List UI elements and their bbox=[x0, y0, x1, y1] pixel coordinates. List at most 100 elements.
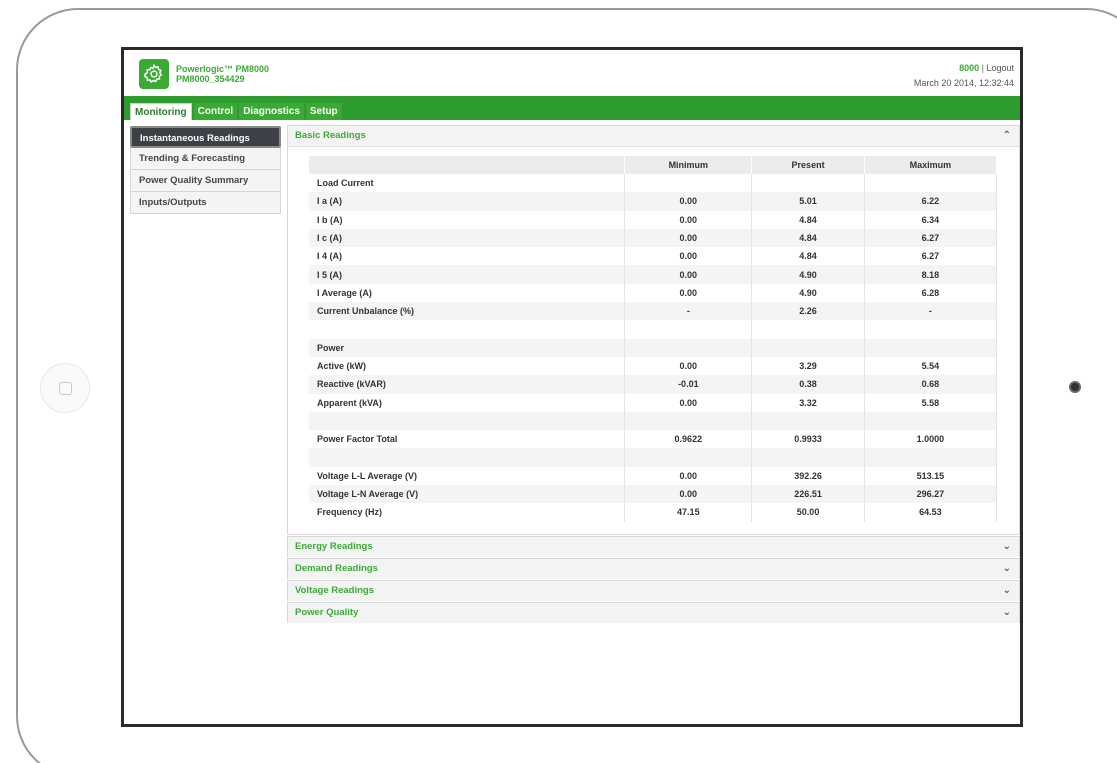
table-row: Voltage L-L Average (V) 0.00 392.26 513.15 bbox=[309, 466, 998, 486]
power-quality-header[interactable]: Power Quality ⌄ bbox=[288, 603, 1019, 623]
table-row: I c (A) 0.00 4.84 6.27 bbox=[309, 228, 998, 248]
row-label: Voltage L-L Average (V) bbox=[309, 466, 626, 486]
row-label: Power Factor Total bbox=[309, 430, 626, 449]
home-button[interactable] bbox=[40, 363, 90, 413]
panel-title: Energy Readings bbox=[295, 541, 373, 552]
cell-value bbox=[624, 320, 753, 339]
voltage-readings-panel: Voltage Readings ⌄ bbox=[287, 580, 1020, 601]
cell-value bbox=[624, 448, 753, 467]
camera-icon bbox=[1069, 381, 1081, 393]
table-row bbox=[309, 448, 998, 467]
chevron-down-icon[interactable]: ⌄ bbox=[1003, 581, 1011, 601]
main-content: Basic Readings ⌃ Minimum Present Maximum… bbox=[287, 125, 1020, 624]
sidebar: Instantaneous Readings Trending & Foreca… bbox=[130, 126, 281, 214]
row-label: Load Current bbox=[309, 174, 626, 193]
column-header: Minimum bbox=[624, 156, 753, 174]
cell-value: 226.51 bbox=[751, 485, 865, 504]
row-label: I a (A) bbox=[309, 192, 626, 211]
row-label: I b (A) bbox=[309, 210, 626, 229]
row-label: Frequency (Hz) bbox=[309, 503, 626, 522]
cell-value: -0.01 bbox=[624, 375, 753, 394]
user-name[interactable]: 8000 bbox=[959, 63, 979, 73]
table-row: Power bbox=[309, 338, 998, 357]
cell-value: 4.90 bbox=[751, 283, 865, 303]
cell-value: 0.00 bbox=[624, 192, 753, 211]
sidebar-item-inputs-outputs[interactable]: Inputs/Outputs bbox=[130, 192, 281, 214]
cell-value bbox=[864, 411, 998, 431]
cell-value: 392.26 bbox=[751, 466, 865, 486]
panel-title: Power Quality bbox=[295, 607, 359, 618]
cell-value bbox=[624, 338, 753, 357]
row-label bbox=[309, 448, 626, 467]
tab-monitoring[interactable]: Monitoring bbox=[130, 103, 192, 120]
row-label: Voltage L-N Average (V) bbox=[309, 485, 626, 504]
cell-value: 0.9622 bbox=[624, 430, 753, 449]
energy-readings-header[interactable]: Energy Readings ⌄ bbox=[288, 537, 1019, 557]
row-label: Reactive (kVAR) bbox=[309, 375, 626, 394]
header-separator: | bbox=[981, 63, 984, 73]
demand-readings-panel: Demand Readings ⌄ bbox=[287, 558, 1020, 579]
cell-value: 6.27 bbox=[864, 228, 998, 248]
chevron-up-icon[interactable]: ⌃ bbox=[1003, 126, 1011, 146]
voltage-readings-header[interactable]: Voltage Readings ⌄ bbox=[288, 581, 1019, 601]
screen: Powerlogic™ PM8000 PM8000_354429 8000 | … bbox=[121, 47, 1023, 727]
cell-value: 0.00 bbox=[624, 247, 753, 266]
panel-title: Demand Readings bbox=[295, 563, 378, 574]
row-label: Apparent (kVA) bbox=[309, 393, 626, 412]
cell-value: 0.00 bbox=[624, 466, 753, 486]
cell-value: 6.27 bbox=[864, 247, 998, 266]
table-row bbox=[309, 411, 998, 431]
panel-title: Voltage Readings bbox=[295, 585, 375, 596]
table-row bbox=[309, 320, 998, 339]
readings-table-body: Load Current I a (A) 0.00 5.01 6.22 I b (A) 0.… bbox=[309, 174, 998, 522]
sidebar-item-power-quality-summary[interactable]: Power Quality Summary bbox=[130, 170, 281, 192]
basic-readings-header[interactable]: Basic Readings ⌃ bbox=[288, 126, 1019, 146]
table-row: Active (kW) 0.00 3.29 5.54 bbox=[309, 356, 998, 376]
table-row: Reactive (kVAR) -0.01 0.38 0.68 bbox=[309, 375, 998, 394]
table-header-row: Minimum Present Maximum bbox=[309, 156, 998, 174]
chevron-down-icon[interactable]: ⌄ bbox=[1003, 537, 1011, 557]
row-label: Current Unbalance (%) bbox=[309, 302, 626, 321]
table-row: Load Current bbox=[309, 174, 998, 193]
cell-value: 6.28 bbox=[864, 283, 998, 303]
chevron-down-icon[interactable]: ⌄ bbox=[1003, 559, 1011, 579]
cell-value: 0.00 bbox=[624, 283, 753, 303]
basic-readings-panel: Basic Readings ⌃ Minimum Present Maximum… bbox=[287, 125, 1020, 535]
chevron-down-icon[interactable]: ⌄ bbox=[1003, 603, 1011, 623]
sidebar-item-instantaneous-readings[interactable]: Instantaneous Readings bbox=[130, 126, 281, 148]
row-label: I 4 (A) bbox=[309, 247, 626, 266]
cell-value: 0.00 bbox=[624, 393, 753, 412]
tab-setup[interactable]: Setup bbox=[305, 103, 342, 120]
logout-link[interactable]: Logout bbox=[986, 63, 1014, 73]
readings-table: Minimum Present Maximum Load Current I a … bbox=[309, 156, 998, 522]
demand-readings-header[interactable]: Demand Readings ⌄ bbox=[288, 559, 1019, 579]
product-info: Powerlogic™ PM8000 PM8000_354429 bbox=[176, 64, 269, 84]
cell-value: 5.01 bbox=[751, 192, 865, 211]
sidebar-item-trending-forecasting[interactable]: Trending & Forecasting bbox=[130, 148, 281, 170]
cell-value: 0.38 bbox=[751, 375, 865, 394]
home-square-icon bbox=[58, 381, 72, 395]
cell-value: 0.00 bbox=[624, 210, 753, 229]
header-user-area: 8000 | Logout March 20 2014, 12:32:44 bbox=[914, 61, 1014, 91]
app-header: Powerlogic™ PM8000 PM8000_354429 8000 | … bbox=[124, 50, 1020, 96]
cell-value: 6.34 bbox=[864, 210, 998, 229]
basic-readings-body: Minimum Present Maximum Load Current I a … bbox=[288, 146, 1019, 534]
table-row: I 4 (A) 0.00 4.84 6.27 bbox=[309, 247, 998, 266]
row-label bbox=[309, 411, 626, 431]
tab-diagnostics[interactable]: Diagnostics bbox=[239, 103, 304, 120]
table-row: Current Unbalance (%) -2.26- bbox=[309, 302, 998, 321]
table-row: Frequency (Hz) 47.15 50.00 64.53 bbox=[309, 503, 998, 522]
table-row: I Average (A) 0.00 4.90 6.28 bbox=[309, 283, 998, 303]
table-row: I b (A) 0.00 4.84 6.34 bbox=[309, 210, 998, 229]
cell-value: 4.90 bbox=[751, 265, 865, 284]
product-name: Powerlogic™ PM8000 bbox=[176, 64, 270, 74]
column-header bbox=[309, 156, 626, 174]
cell-value bbox=[864, 448, 998, 467]
cell-value: 0.00 bbox=[624, 228, 753, 248]
tab-control[interactable]: Control bbox=[193, 103, 238, 120]
cell-value: 8.18 bbox=[864, 265, 998, 284]
cell-value: 6.22 bbox=[864, 192, 998, 211]
table-row: I 5 (A) 0.00 4.90 8.18 bbox=[309, 265, 998, 284]
cell-value: 50.00 bbox=[751, 503, 865, 522]
cell-value: 64.53 bbox=[864, 503, 998, 522]
